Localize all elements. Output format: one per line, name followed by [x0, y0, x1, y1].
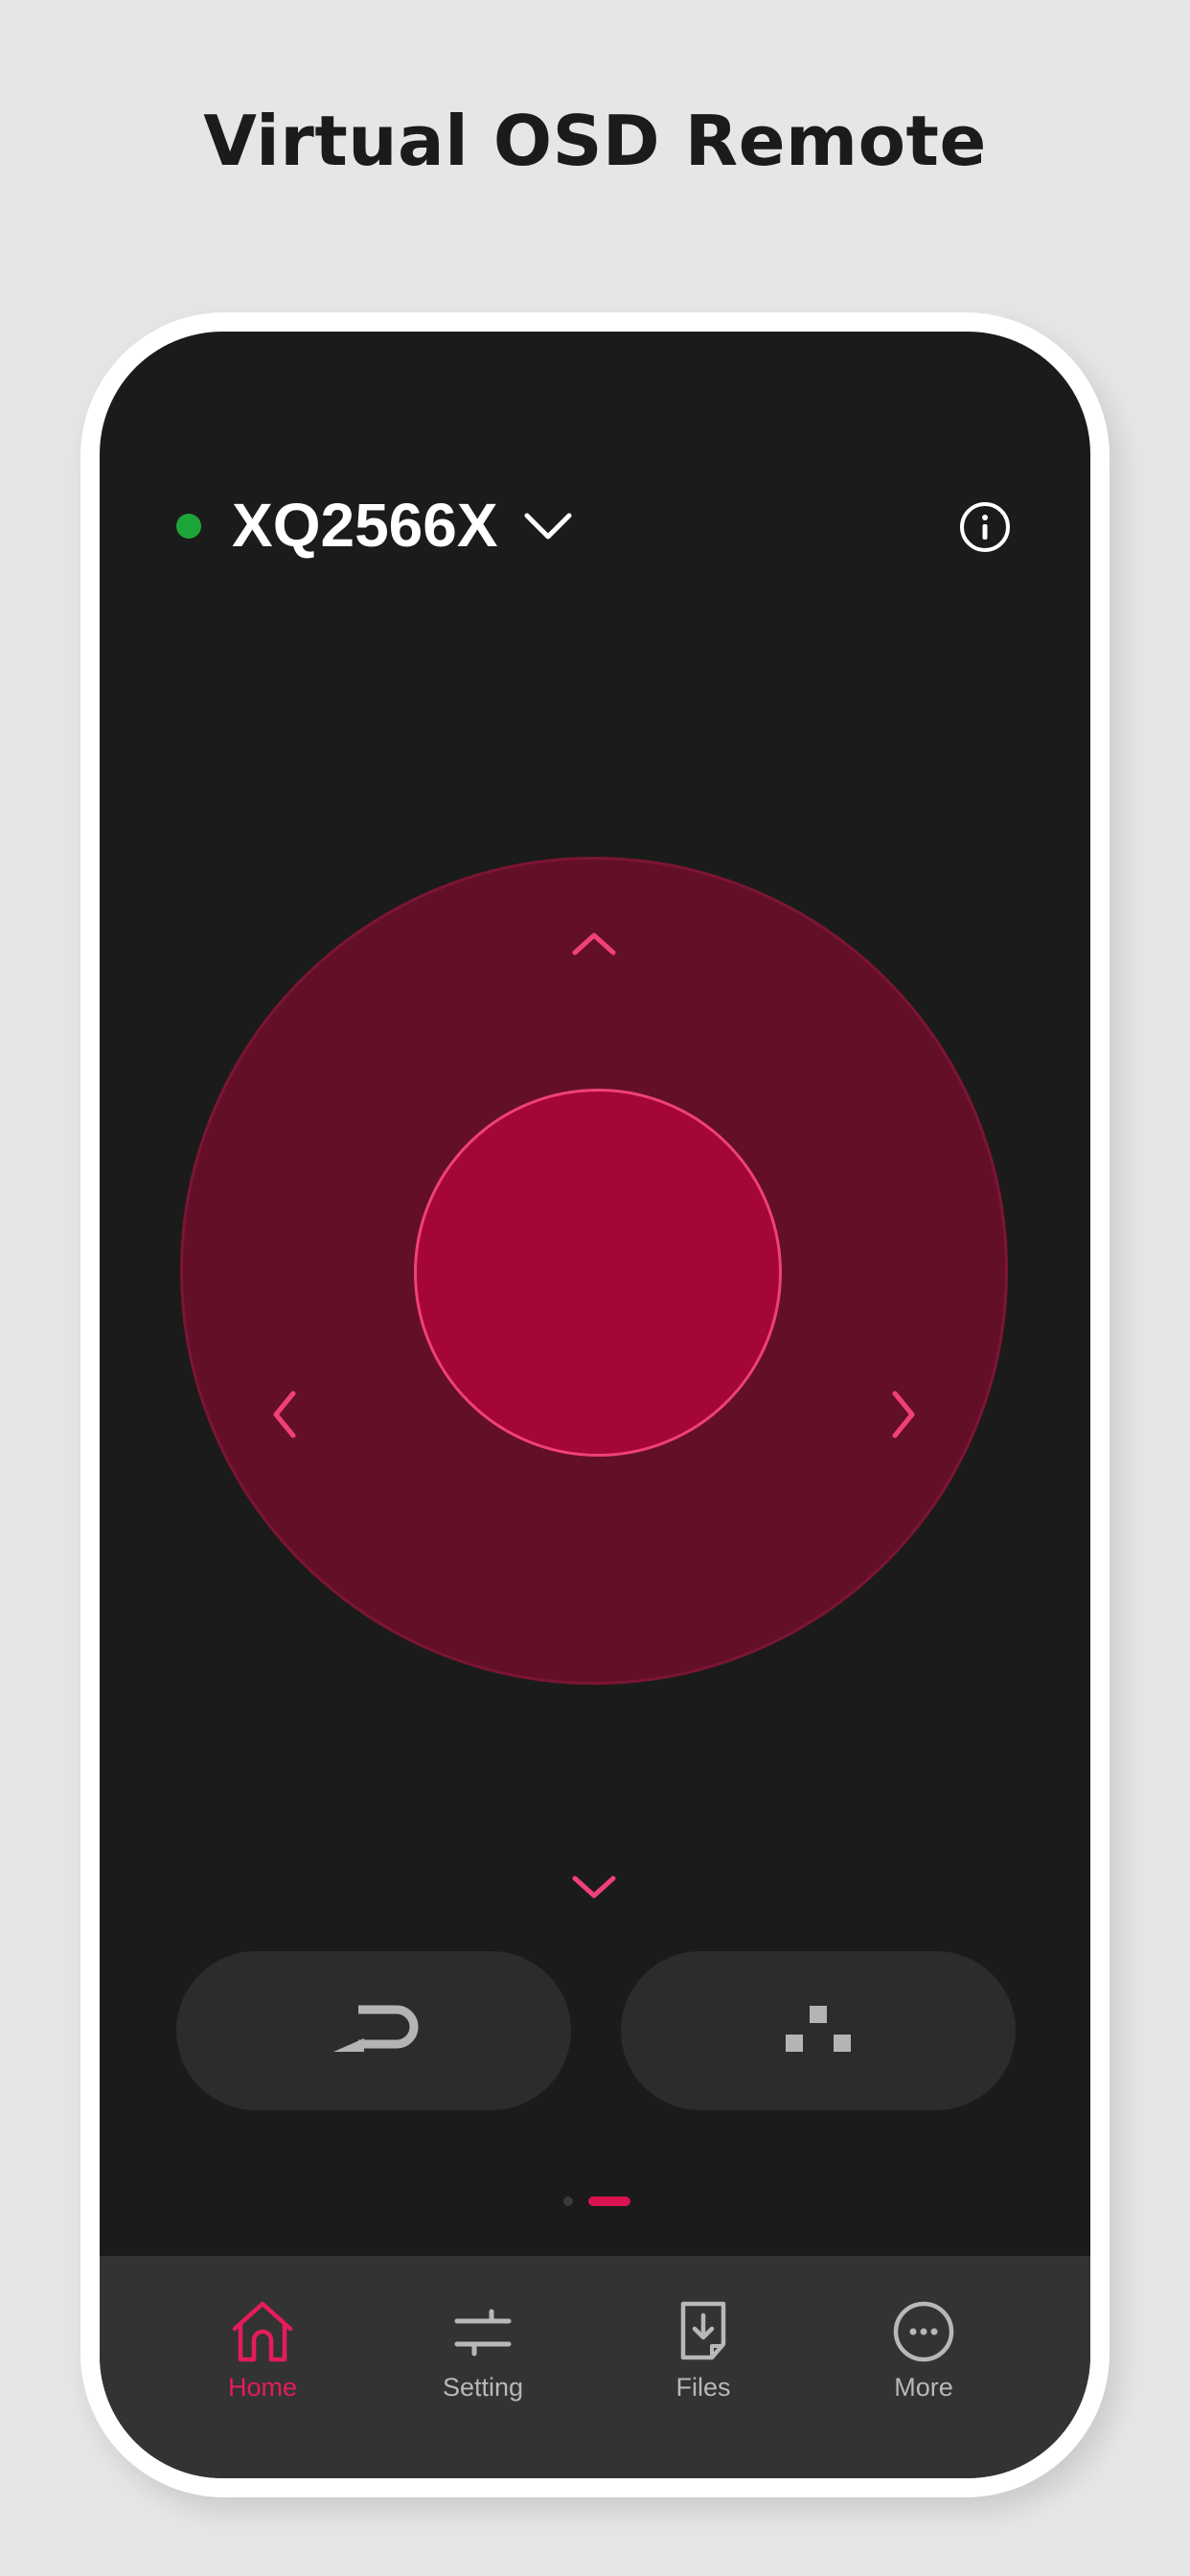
menu-button[interactable]	[621, 1951, 1016, 2110]
nav-files-label: Files	[675, 2373, 731, 2402]
info-icon[interactable]	[958, 500, 1012, 554]
phone-screen: XQ2566X Home Setting Files More	[100, 332, 1090, 2478]
nav-files[interactable]: Files	[607, 2298, 799, 2432]
phone-frame: XQ2566X Home Setting Files More	[80, 312, 1110, 2497]
dots-menu-icon	[786, 2006, 851, 2052]
nav-home[interactable]: Home	[167, 2298, 358, 2432]
chevron-down-icon[interactable]	[565, 1857, 623, 1915]
nav-setting[interactable]: Setting	[387, 2298, 579, 2432]
chevron-left-icon[interactable]	[255, 1386, 312, 1443]
back-button[interactable]	[176, 1951, 571, 2110]
ok-button[interactable]	[414, 1089, 782, 1457]
nav-home-label: Home	[227, 2373, 298, 2402]
more-icon	[893, 2301, 954, 2362]
pager-dot-2-active[interactable]	[588, 2196, 630, 2206]
chevron-right-icon[interactable]	[876, 1386, 933, 1443]
page-headline: Virtual OSD Remote	[203, 101, 987, 181]
nav-setting-label: Setting	[442, 2373, 524, 2402]
bottom-nav: Home Setting Files More	[100, 2256, 1090, 2478]
chevron-down-icon[interactable]	[521, 502, 575, 548]
nav-more-label: More	[894, 2373, 953, 2402]
sliders-icon	[454, 2309, 512, 2357]
device-name[interactable]: XQ2566X	[232, 485, 498, 565]
pager-dot-1[interactable]	[563, 2196, 573, 2206]
chevron-up-icon[interactable]	[565, 916, 623, 974]
connection-status-dot	[176, 514, 201, 539]
file-download-icon	[680, 2301, 726, 2360]
home-icon	[232, 2301, 293, 2362]
return-icon	[333, 2005, 419, 2052]
nav-more[interactable]: More	[828, 2298, 1019, 2432]
